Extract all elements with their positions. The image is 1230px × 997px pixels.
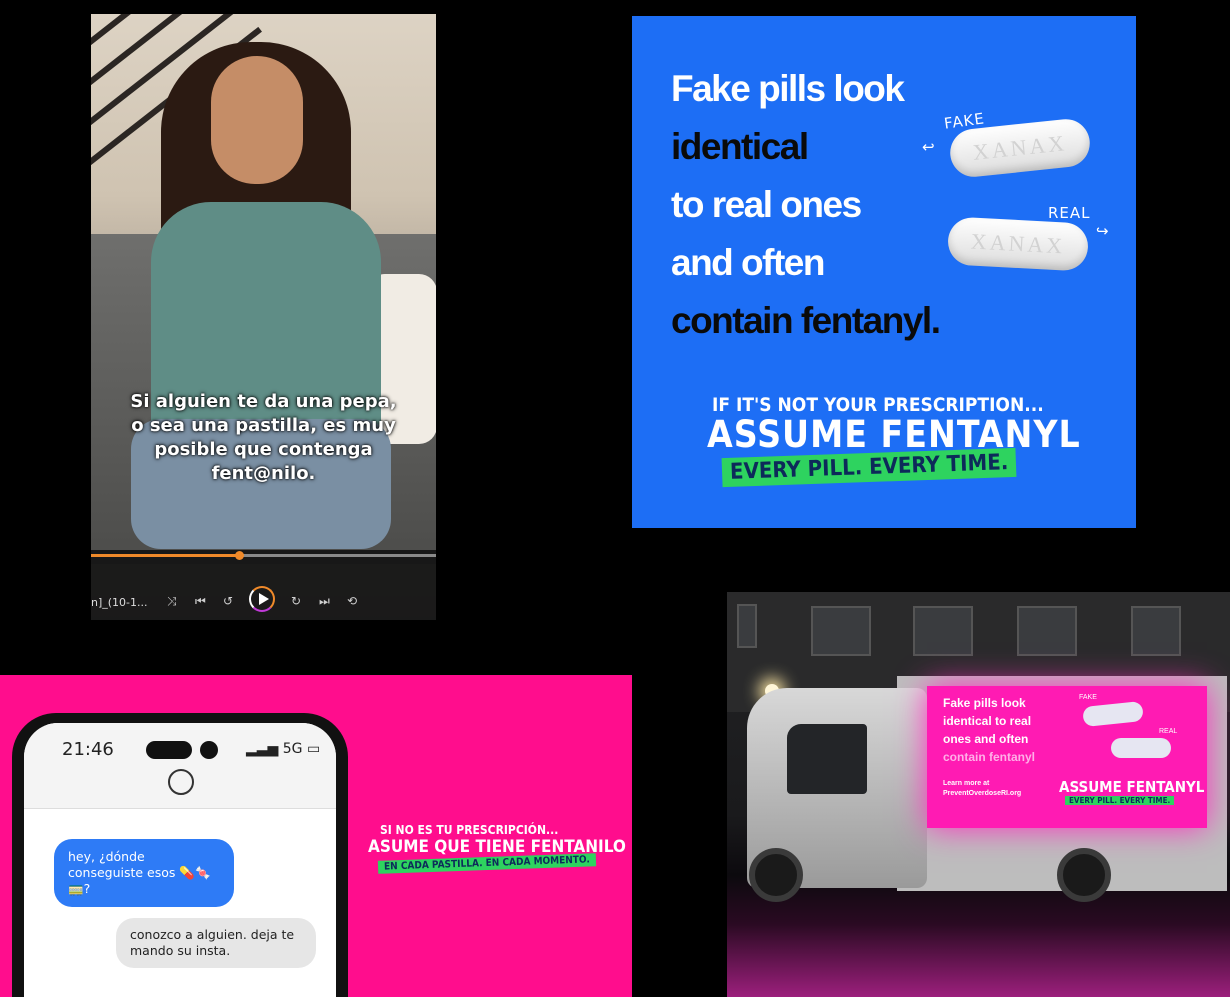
progress-track[interactable] xyxy=(91,551,436,560)
player-controls: n]_(10-1... ⤨ ⏮ ↺ ↻ ⏭ ⟲ xyxy=(91,550,436,620)
building-window xyxy=(913,606,973,656)
real-pill xyxy=(1111,738,1171,758)
message-bubble-outgoing: conozco a alguien. deja te mando su inst… xyxy=(116,918,316,968)
curved-arrow-icon: ↩ xyxy=(922,138,936,156)
video-subtitles: Si alguien te da una pepa, o sea una pas… xyxy=(91,390,436,486)
headline-line: Fake pills look xyxy=(671,68,905,109)
curved-arrow-icon: ↪ xyxy=(1096,222,1110,240)
clock: 21:46 xyxy=(62,739,114,760)
truck-wheel xyxy=(749,848,803,902)
network-label: 5G xyxy=(282,741,303,757)
play-button[interactable] xyxy=(249,586,275,612)
fake-pill xyxy=(1082,700,1144,728)
learn-more-label: Learn more at xyxy=(943,780,990,787)
previous-icon[interactable]: ⏮ xyxy=(195,594,206,609)
building-window xyxy=(1131,606,1181,656)
dynamic-island xyxy=(146,741,192,759)
billboard-truck-photo: Fake pills look identical to real ones a… xyxy=(727,592,1230,997)
headline-line: and often xyxy=(671,242,825,283)
signal-icon: ▂▃▅ xyxy=(246,741,279,757)
shuffle-icon[interactable]: ⤨ xyxy=(167,594,177,609)
repeat-icon[interactable]: ⟲ xyxy=(347,594,357,608)
pink-phone-ad: 21:46 ▂▃▅ 5G ▭ hey, ¿dónde conseguiste e… xyxy=(0,675,632,997)
forward-icon[interactable]: ↻ xyxy=(291,594,301,608)
headline-line: contain fentanyl. xyxy=(671,300,941,341)
progress-fill xyxy=(91,554,240,557)
contact-avatar-icon[interactable] xyxy=(168,769,194,795)
real-label: REAL xyxy=(1159,728,1178,735)
building-window xyxy=(737,604,757,648)
network-indicator: ▂▃▅ 5G ▭ xyxy=(246,741,320,757)
tagline-big: ASSUME FENTANYL xyxy=(707,413,1081,456)
truck-window xyxy=(787,724,867,794)
message-bubble-incoming: hey, ¿dónde conseguiste esos 💊🍬🚃? xyxy=(54,839,234,907)
progress-knob[interactable] xyxy=(235,551,245,560)
status-bar: 21:46 ▂▃▅ 5G ▭ xyxy=(24,723,336,809)
billboard-line: contain fentanyl xyxy=(943,750,1036,764)
battery-icon: ▭ xyxy=(306,741,321,757)
tagline-small: SI NO ES TU PRESCRIPCIÓN... xyxy=(380,823,559,837)
building-window xyxy=(811,606,871,656)
headline-line: to real ones xyxy=(671,184,862,225)
rewind-icon[interactable]: ↺ xyxy=(223,594,233,608)
headline-line: identical xyxy=(671,126,809,167)
camera-icon xyxy=(200,741,218,759)
phone-screen: 21:46 ▂▃▅ 5G ▭ hey, ¿dónde conseguiste e… xyxy=(24,723,336,997)
subtitle-line: Si alguien te da una pepa, xyxy=(130,391,397,412)
file-name-label: n]_(10-1... xyxy=(91,596,148,609)
subtitle-line: o sea una pastilla, es muy xyxy=(131,415,396,436)
real-pill: XANAX xyxy=(946,216,1090,272)
digital-billboard: Fake pills look identical to real ones a… xyxy=(927,686,1207,828)
subtitle-line: fent@nilo. xyxy=(211,463,316,484)
blue-poster: Fake pills look identical to real ones a… xyxy=(632,16,1136,528)
video-player[interactable]: Si alguien te da una pepa, o sea una pas… xyxy=(91,14,436,620)
url-label: PreventOverdoseRI.org xyxy=(943,790,1022,797)
building-window xyxy=(1017,606,1077,656)
next-icon[interactable]: ⏭ xyxy=(319,594,330,609)
fake-label: FAKE xyxy=(1079,694,1097,701)
billboard-line: ones and often xyxy=(943,732,1029,746)
subtitle-line: posible que contenga xyxy=(154,439,373,460)
person-face xyxy=(211,56,303,184)
truck-wheel xyxy=(1057,848,1111,902)
phone-frame: 21:46 ▂▃▅ 5G ▭ hey, ¿dónde conseguiste e… xyxy=(12,713,348,997)
real-label: REAL xyxy=(1048,204,1091,222)
billboard-line: Fake pills look xyxy=(943,696,1026,710)
tagline-highlight: EVERY PILL. EVERY TIME. xyxy=(1065,796,1175,805)
tagline-big: ASSUME FENTANYL xyxy=(1059,778,1205,796)
billboard-line: identical to real xyxy=(943,714,1032,728)
play-icon xyxy=(259,593,269,605)
